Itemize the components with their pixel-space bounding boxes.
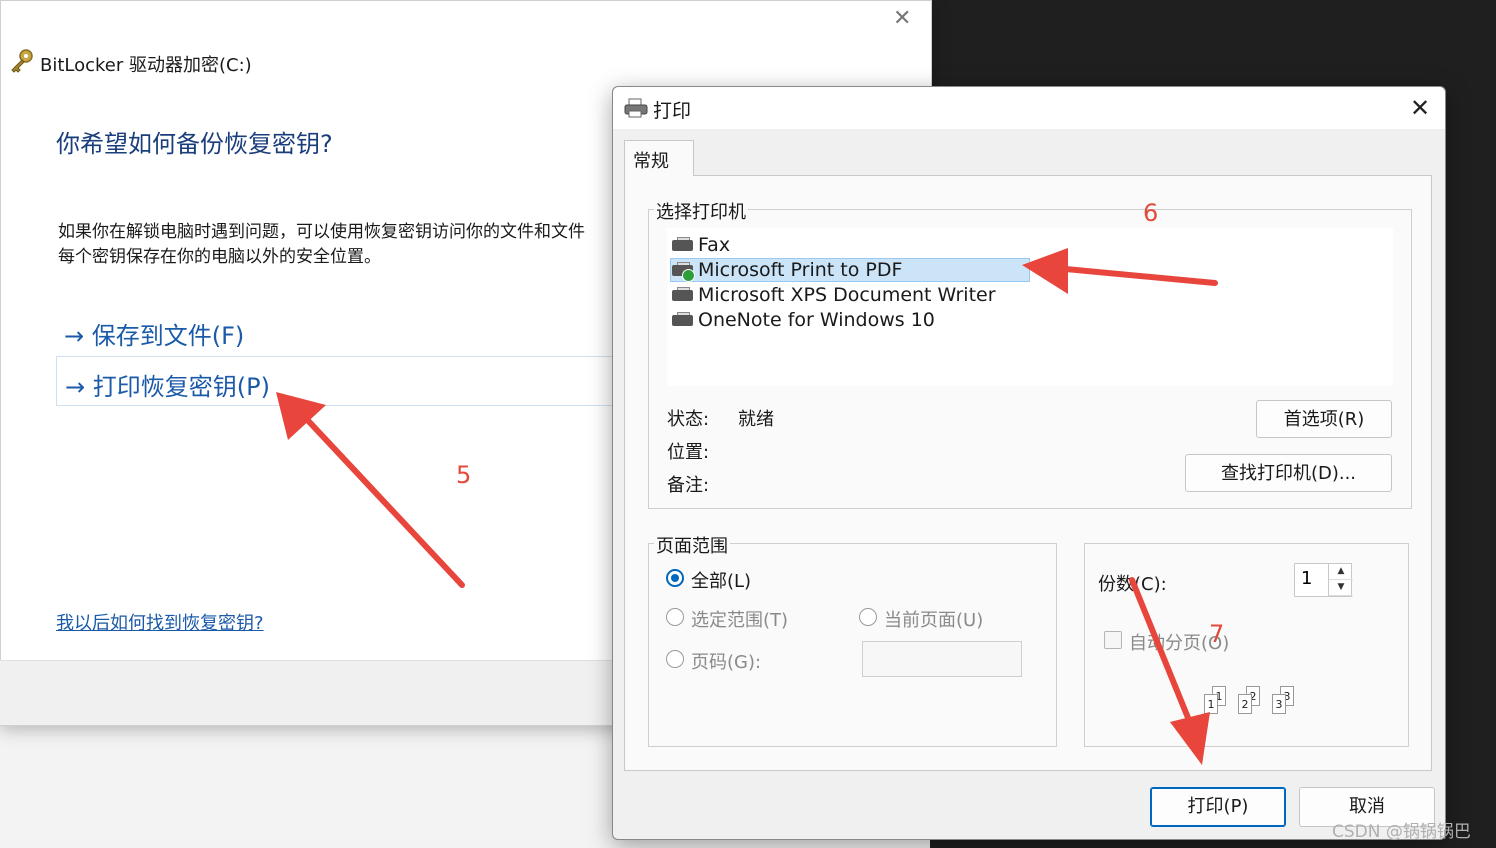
annotation-label-7: 7 — [1209, 620, 1225, 648]
annotation-arrow-5 — [276, 392, 465, 588]
annotation-arrow-6 — [1022, 248, 1218, 294]
annotation-overlay — [276, 248, 1218, 765]
annotation-label-6: 6 — [1143, 199, 1159, 227]
annotation-label-5: 5 — [456, 461, 472, 489]
watermark: CSDN @锅锅锅巴 — [1332, 822, 1471, 842]
annotation-arrow-7 — [1129, 577, 1210, 765]
